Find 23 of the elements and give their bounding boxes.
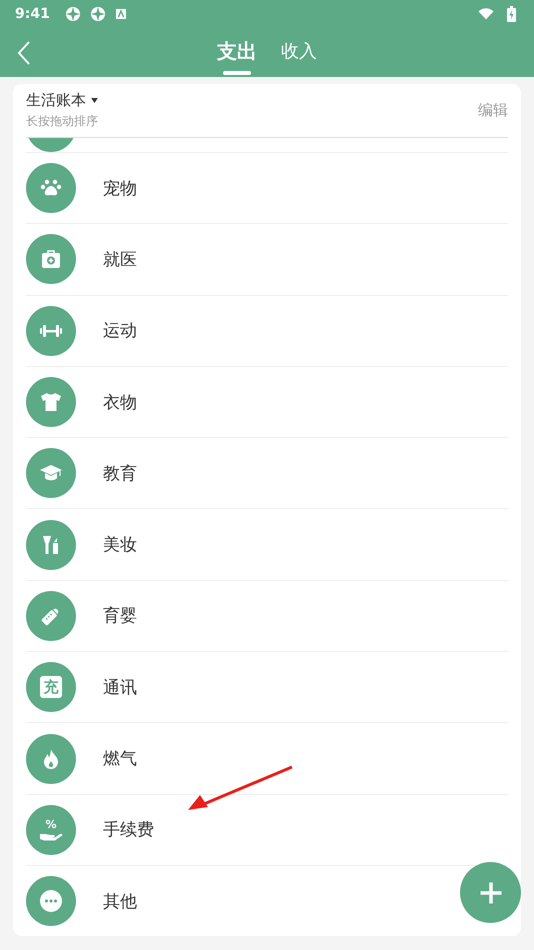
category-name[interactable]: 就医 — [103, 248, 137, 271]
book-title[interactable]: 生活账本 — [26, 91, 86, 110]
more-icon — [39, 889, 63, 914]
category-name[interactable]: 运动 — [103, 319, 137, 342]
wifi-icon — [478, 6, 494, 22]
keyboard-notification-icon — [114, 8, 127, 20]
category-name[interactable]: 手续费 — [103, 818, 154, 842]
category-name[interactable]: 教育 — [103, 462, 137, 485]
category-name[interactable]: 燃气 — [103, 747, 137, 770]
battery-charging-icon — [507, 6, 516, 22]
category-name[interactable]: 美妆 — [103, 533, 137, 556]
app-notification-icon — [90, 6, 106, 22]
caret-icon[interactable] — [91, 98, 98, 103]
category-name[interactable]: 衣物 — [103, 390, 137, 414]
category-name[interactable]: 通讯 — [103, 676, 137, 699]
category-name[interactable]: 宠物 — [103, 176, 137, 200]
badge-icon: 充 — [40, 676, 62, 698]
category-name[interactable]: 育婴 — [103, 604, 137, 628]
app-notification-icon — [64, 6, 81, 22]
back-icon[interactable] — [17, 40, 31, 66]
category-name[interactable]: 其他 — [103, 890, 137, 913]
status-time: 9:41 — [15, 6, 50, 22]
sort-hint: 长按拖动排序 — [26, 113, 99, 130]
